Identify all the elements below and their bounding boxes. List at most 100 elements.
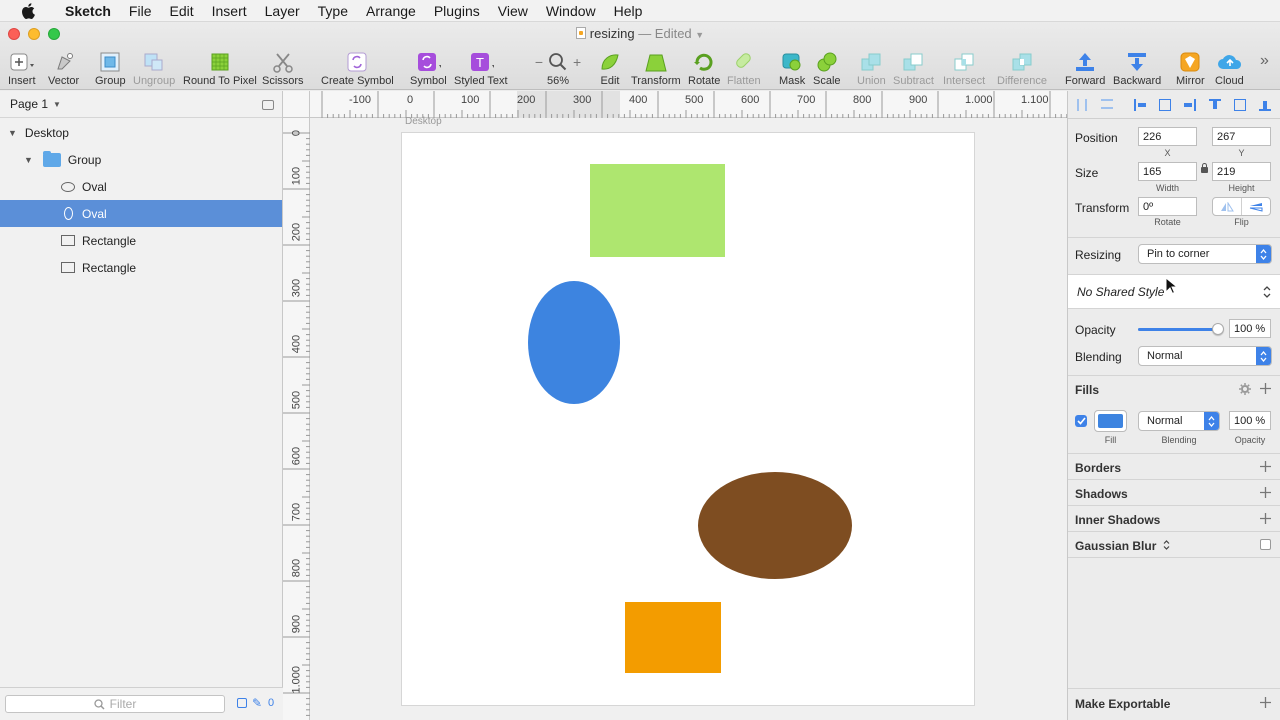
menu-insert[interactable]: Insert (203, 0, 256, 22)
intersect-tool[interactable]: Intersect (943, 50, 985, 87)
align-center-icon[interactable] (1159, 99, 1171, 111)
align-top-icon[interactable] (1209, 99, 1221, 111)
menu-window[interactable]: Window (537, 0, 605, 22)
page-selector[interactable]: Page 1 ▼ (0, 91, 282, 118)
distribute-vertical-icon[interactable] (1101, 99, 1113, 109)
menu-arrange[interactable]: Arrange (357, 0, 425, 22)
width-input[interactable]: 165 (1138, 162, 1197, 181)
round-to-pixel-tool[interactable]: Round To Pixel (183, 50, 257, 87)
cloud-tool[interactable]: Cloud (1215, 50, 1244, 87)
transform-tool[interactable]: Transform (631, 50, 681, 87)
fill-blending-select[interactable]: Normal (1138, 411, 1220, 431)
align-right-icon[interactable] (1184, 99, 1196, 111)
mirror-tool[interactable]: Mirror (1176, 50, 1205, 87)
add-export-icon[interactable] (1260, 697, 1271, 708)
green-rectangle[interactable] (590, 164, 725, 257)
menu-layer[interactable]: Layer (256, 0, 309, 22)
opacity-slider[interactable] (1138, 323, 1224, 335)
position-x-input[interactable]: 226 (1138, 127, 1197, 146)
edit-tool[interactable]: Edit (597, 50, 623, 87)
symbols-filter-icon[interactable] (237, 698, 247, 708)
menu-view[interactable]: View (489, 0, 537, 22)
difference-tool[interactable]: Difference (997, 50, 1047, 87)
fill-color-well[interactable] (1094, 410, 1127, 432)
zoom-control[interactable]: − + 56% (530, 50, 586, 87)
chevron-down-icon[interactable]: ▼ (695, 30, 704, 40)
styled-text-tool[interactable]: T Styled Text (454, 50, 508, 87)
artboard-title[interactable]: Desktop (405, 116, 442, 127)
collapse-pages-icon[interactable] (262, 100, 274, 110)
height-input[interactable]: 219 (1212, 162, 1271, 181)
gaussian-blur-header[interactable]: Gaussian Blur (1075, 539, 1170, 553)
ruler-label: 400 (290, 334, 303, 354)
zoom-out-icon[interactable]: − (535, 54, 543, 70)
shadows-header[interactable]: Shadows (1075, 487, 1128, 501)
inner-shadows-header[interactable]: Inner Shadows (1075, 513, 1160, 527)
make-exportable-header[interactable]: Make Exportable (1075, 697, 1170, 711)
align-middle-icon[interactable] (1234, 99, 1246, 111)
fill-opacity-input[interactable]: 100 % (1229, 411, 1271, 430)
mask-tool[interactable]: Mask (779, 50, 805, 87)
flatten-tool[interactable]: Flatten (727, 50, 761, 87)
position-y-input[interactable]: 267 (1212, 127, 1271, 146)
group-tool[interactable]: Group (95, 50, 126, 87)
union-tool[interactable]: Union (857, 50, 886, 87)
menu-type[interactable]: Type (309, 0, 357, 22)
subtract-tool[interactable]: Subtract (893, 50, 934, 87)
ungroup-tool[interactable]: Ungroup (133, 50, 175, 87)
vertical-ruler[interactable]: 0 100 200 300 400 500 600 700 800 900 1.… (283, 118, 310, 720)
zoom-in-icon[interactable]: + (573, 54, 581, 70)
blending-select[interactable]: Normal (1138, 346, 1272, 366)
canvas[interactable]: -100 0 100 200 300 400 500 600 700 800 9… (283, 91, 1067, 720)
flip-horizontal-icon[interactable] (1213, 198, 1242, 215)
apple-menu[interactable] (0, 2, 56, 19)
layer-row-oval-1[interactable]: Oval (0, 173, 282, 200)
layer-row-rectangle-2[interactable]: Rectangle (0, 254, 282, 281)
layer-row-oval-2[interactable]: Oval (0, 200, 282, 227)
menu-help[interactable]: Help (605, 0, 652, 22)
insert-tool[interactable]: Insert (8, 50, 36, 87)
add-border-icon[interactable] (1260, 461, 1271, 472)
create-symbol-tool[interactable]: Create Symbol (321, 50, 394, 87)
orange-rectangle[interactable] (625, 602, 721, 673)
edit-filter-icon[interactable]: ✎ (252, 696, 262, 710)
lock-icon[interactable] (1201, 163, 1208, 173)
brown-oval[interactable] (698, 472, 852, 579)
vector-tool[interactable]: Vector (48, 50, 79, 87)
horizontal-ruler[interactable]: -100 0 100 200 300 400 500 600 700 800 9… (310, 91, 1067, 118)
opacity-input[interactable]: 100 % (1229, 319, 1271, 338)
filter-input[interactable]: Filter (5, 695, 225, 713)
align-bottom-icon[interactable] (1259, 99, 1271, 111)
menu-plugins[interactable]: Plugins (425, 0, 489, 22)
toolbar-overflow-icon[interactable]: » (1260, 52, 1269, 70)
blue-oval[interactable] (528, 281, 620, 404)
gaussian-blur-checkbox[interactable] (1260, 539, 1271, 550)
resizing-select[interactable]: Pin to corner (1138, 244, 1272, 264)
opacity-slider-knob[interactable] (1212, 323, 1224, 335)
borders-header[interactable]: Borders (1075, 461, 1121, 475)
add-inner-shadow-icon[interactable] (1260, 513, 1271, 524)
disclosure-triangle-icon[interactable]: ▼ (24, 155, 33, 165)
rotate-tool[interactable]: Rotate (688, 50, 720, 87)
scissors-tool[interactable]: Scissors (262, 50, 304, 87)
symbol-tool[interactable]: Symbol (410, 50, 447, 87)
backward-tool[interactable]: Backward (1113, 50, 1161, 87)
menu-file[interactable]: File (120, 0, 161, 22)
artboard-desktop[interactable] (402, 133, 974, 705)
rotate-input[interactable]: 0º (1138, 197, 1197, 216)
disclosure-triangle-icon[interactable]: ▼ (8, 128, 17, 138)
add-shadow-icon[interactable] (1260, 487, 1271, 498)
gear-icon[interactable] (1239, 383, 1251, 395)
distribute-horizontal-icon[interactable] (1077, 99, 1087, 111)
layer-row-group[interactable]: ▼ Group (0, 146, 282, 173)
scale-tool[interactable]: Scale (813, 50, 841, 87)
fill-enabled-checkbox[interactable] (1075, 415, 1087, 427)
forward-tool[interactable]: Forward (1065, 50, 1105, 87)
layer-row-desktop[interactable]: ▼ Desktop (0, 119, 282, 146)
layer-row-rectangle-1[interactable]: Rectangle (0, 227, 282, 254)
menu-app-name[interactable]: Sketch (56, 0, 120, 22)
align-left-icon[interactable] (1134, 99, 1146, 111)
flip-vertical-icon[interactable] (1242, 198, 1270, 215)
menu-edit[interactable]: Edit (160, 0, 202, 22)
add-fill-icon[interactable] (1260, 383, 1271, 394)
